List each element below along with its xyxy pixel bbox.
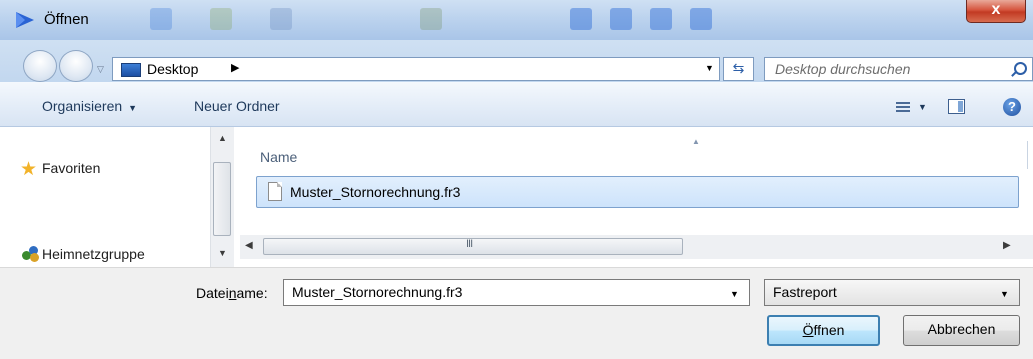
scroll-up-icon[interactable]: ▲ [218,133,227,143]
close-button[interactable]: x [966,0,1026,23]
background-toolbar-ghost [150,8,172,30]
address-row: ▽ Desktop ▶ ▼ ⇆ Desktop durchsuchen [0,40,1033,82]
dialog-footer: Dateiname: Muster_Stornorechnung.fr3 ▼ F… [0,267,1033,359]
refresh-button[interactable]: ⇆ [723,57,754,81]
preview-pane-icon[interactable] [948,99,965,114]
homegroup-icon [22,246,40,262]
sidebar-item-favoriten[interactable]: Favoriten [42,160,100,176]
scroll-right-icon[interactable]: ▶ [1003,240,1011,251]
address-dropdown-icon[interactable]: ▼ [705,63,714,73]
window-title: Öffnen [44,11,89,28]
address-bar[interactable]: Desktop ▶ ▼ [112,57,720,81]
background-toolbar-ghost [270,8,292,30]
breadcrumb-arrow-icon[interactable]: ▶ [231,61,239,74]
organize-label: Organisieren [42,98,123,114]
sort-ascending-icon: ▲ [692,137,700,146]
command-bar: Organisieren ▼ Neuer Ordner ▼ ? [0,82,1033,127]
breadcrumb-desktop[interactable]: Desktop [147,61,198,77]
search-input[interactable]: Desktop durchsuchen [764,57,1033,81]
scroll-thumb[interactable]: III [263,238,683,255]
filetype-dropdown-icon[interactable]: ▼ [1000,289,1009,299]
navigation-scrollbar[interactable]: ▲ ▼ [210,127,234,267]
scroll-down-icon[interactable]: ▼ [218,248,227,258]
list-item[interactable]: Muster_Stornorechnung.fr3 [256,176,1019,208]
search-placeholder: Desktop durchsuchen [775,61,911,77]
background-toolbar-ghost [420,8,442,30]
file-name: Muster_Stornorechnung.fr3 [290,184,461,200]
help-icon[interactable]: ? [1003,98,1021,116]
grip-icon: III [466,238,473,250]
background-toolbar-ghost [210,8,232,30]
organize-menu[interactable]: Organisieren ▼ [42,98,137,114]
recent-pages-chevron-icon[interactable]: ▽ [97,64,104,75]
app-logo-icon [16,12,34,28]
new-folder-button[interactable]: Neuer Ordner [194,98,280,114]
star-icon: ★ [20,159,38,180]
scroll-left-icon[interactable]: ◀ [245,240,253,251]
forward-button[interactable] [59,50,93,82]
filename-label: Dateiname: [196,285,268,301]
cancel-button[interactable]: Abbrechen [903,315,1020,346]
search-icon[interactable] [1014,62,1027,75]
filename-dropdown-icon[interactable]: ▼ [730,289,739,299]
document-icon [268,182,282,201]
column-divider[interactable] [1027,141,1028,169]
column-header-name[interactable]: Name [260,149,297,165]
scroll-thumb[interactable] [213,162,231,236]
views-icon[interactable] [896,102,910,112]
filename-value: Muster_Stornorechnung.fr3 [292,284,463,300]
filetype-value: Fastreport [773,284,837,300]
open-button[interactable]: Öffnen [767,315,880,346]
background-toolbar-ghost [570,8,592,30]
horizontal-scrollbar[interactable]: ◀ III ▶ [240,235,1033,259]
back-button[interactable] [23,50,57,82]
background-toolbar-ghost [690,8,712,30]
desktop-icon [121,63,141,77]
filename-input[interactable]: Muster_Stornorechnung.fr3 ▼ [283,279,750,306]
title-bar[interactable]: Öffnen x [0,0,1033,40]
filetype-select[interactable]: Fastreport ▼ [764,279,1020,306]
background-toolbar-ghost [610,8,632,30]
sidebar-item-heimnetzgruppe[interactable]: Heimnetzgruppe [42,246,145,262]
chevron-down-icon: ▼ [128,103,138,113]
views-chevron-down-icon[interactable]: ▼ [918,102,927,112]
navigation-pane: ★ Favoriten Heimnetzgruppe [0,127,210,267]
background-toolbar-ghost [650,8,672,30]
